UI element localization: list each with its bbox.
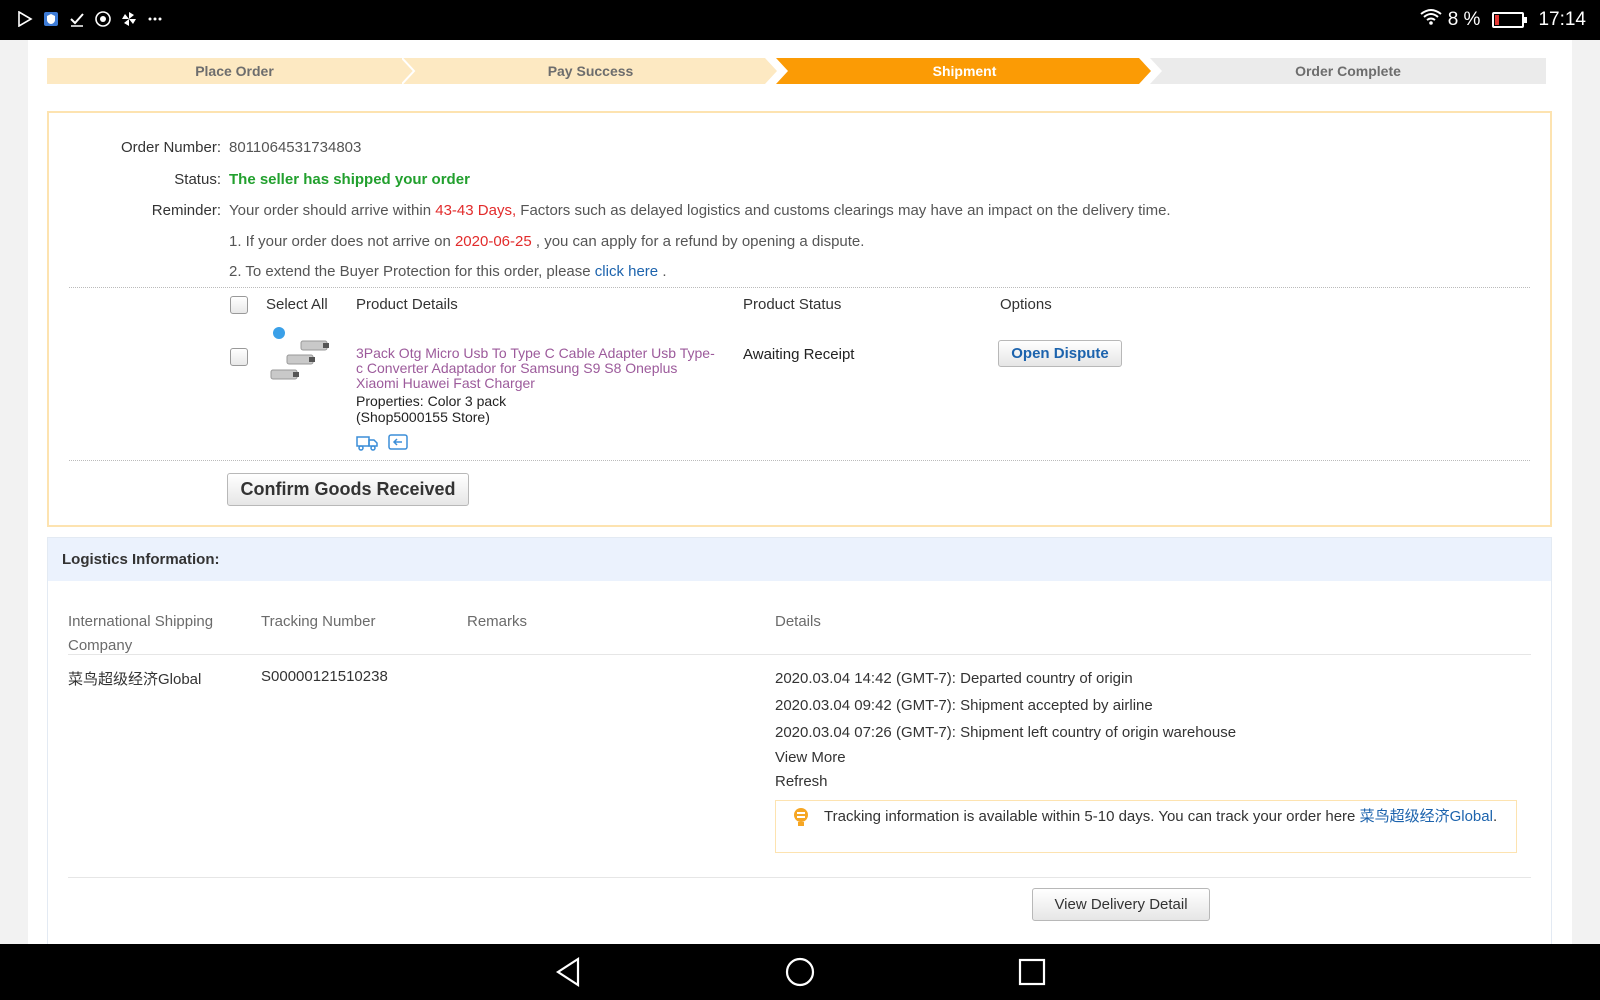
shield-app-icon xyxy=(42,10,60,28)
shipping-company: 菜鸟超级经济Global xyxy=(68,671,202,688)
select-all-checkbox[interactable] xyxy=(230,296,248,314)
check-icon xyxy=(68,10,86,28)
tracking-event: 2020.03.04 09:42 (GMT-7): Shipment accep… xyxy=(775,697,1153,714)
shipping-company-header: International Shipping Company xyxy=(68,613,214,654)
return-icon[interactable] xyxy=(387,433,409,451)
tracking-event: 2020.03.04 07:26 (GMT-7): Shipment left … xyxy=(775,724,1237,741)
status-bar: 8 % 17:14 xyxy=(0,0,1600,40)
tracking-number: S00000121510238 xyxy=(261,668,388,685)
product-checkbox[interactable] xyxy=(230,348,248,366)
refund-date: 2020-06-25 xyxy=(454,233,532,250)
track-order-link[interactable]: 菜鸟超级经济Global xyxy=(1360,808,1493,825)
select-all-label: Select All xyxy=(266,296,328,313)
store-name[interactable]: (Shop5000155 Store) xyxy=(356,409,506,425)
buyer-protection-note: 2. To extend the Buyer Protection for th… xyxy=(229,263,667,280)
divider xyxy=(69,460,1530,461)
status-label: Status: xyxy=(174,171,221,188)
reminder-text: Your order should arrive within 43-43 Da… xyxy=(229,202,1171,219)
extend-protection-link[interactable]: click here xyxy=(595,263,658,280)
view-more-link[interactable]: View More xyxy=(775,749,846,766)
step-shipment: Shipment xyxy=(776,58,1153,84)
battery-icon xyxy=(1492,12,1528,28)
details-header: Details xyxy=(775,613,821,630)
step-pay-success: Pay Success xyxy=(402,58,779,84)
divider xyxy=(68,654,1531,655)
product-color: Properties: Color 3 pack xyxy=(356,393,507,409)
options-header: Options xyxy=(1000,296,1052,313)
pinwheel-icon xyxy=(120,10,138,28)
refresh-link[interactable]: Refresh xyxy=(775,773,828,790)
order-summary-box: Order Number: 8011064531734803 Status: T… xyxy=(47,111,1552,527)
product-status: Awaiting Receipt xyxy=(743,346,855,363)
more-dots-icon xyxy=(146,10,164,28)
recents-nav-icon[interactable] xyxy=(1016,956,1048,988)
product-details-header: Product Details xyxy=(356,296,458,313)
confirm-goods-received-button[interactable]: Confirm Goods Received xyxy=(227,473,469,506)
order-number: 8011064531734803 xyxy=(229,139,362,156)
order-progress-steps: Place Order Pay Success Shipment Order C… xyxy=(47,58,1546,84)
tracking-tip-box: Tracking information is available within… xyxy=(775,800,1517,853)
tracking-event: 2020.03.04 14:42 (GMT-7): Departed count… xyxy=(775,670,1133,687)
step-order-complete: Order Complete xyxy=(1150,58,1546,84)
battery-percent: 8 % xyxy=(1447,9,1481,30)
tracking-tip-text: Tracking information is available within… xyxy=(824,808,1498,825)
logistics-heading: Logistics Information: xyxy=(48,538,1551,581)
product-title-link[interactable]: 3Pack Otg Micro Usb To Type C Cable Adap… xyxy=(356,346,716,391)
product-status-header: Product Status xyxy=(743,296,842,313)
play-store-icon xyxy=(16,10,34,28)
delivery-days: 43-43 Days, xyxy=(435,202,517,219)
navigation-bar xyxy=(0,944,1600,1000)
lightbulb-icon xyxy=(791,807,811,834)
refund-note: 1. If your order does not arrive on 2020… xyxy=(229,233,865,250)
order-detail-content: Place Order Pay Success Shipment Order C… xyxy=(28,40,1572,944)
home-nav-icon[interactable] xyxy=(784,956,816,988)
divider xyxy=(69,287,1530,288)
clock: 17:14 xyxy=(1538,9,1586,30)
tracking-number-header: Tracking Number xyxy=(261,613,376,630)
open-dispute-button[interactable]: Open Dispute xyxy=(998,340,1122,367)
logistics-section: Logistics Information: International Shi… xyxy=(47,537,1552,944)
back-nav-icon[interactable] xyxy=(552,956,584,988)
chrome-icon xyxy=(94,10,112,28)
remarks-header: Remarks xyxy=(467,613,528,630)
truck-icon[interactable] xyxy=(356,433,378,451)
wifi-icon xyxy=(1420,8,1442,32)
order-status: The seller has shipped your order xyxy=(229,171,470,188)
divider xyxy=(68,877,1531,878)
product-thumbnail[interactable] xyxy=(267,325,333,387)
reminder-label: Reminder: xyxy=(151,202,221,219)
view-delivery-detail-button[interactable]: View Delivery Detail xyxy=(1032,888,1210,921)
order-number-label: Order Number: xyxy=(120,139,221,156)
product-properties: Properties: Color 3 pack (Shop5000155 St… xyxy=(356,393,506,425)
step-place-order: Place Order xyxy=(47,58,422,84)
page: Place Order Pay Success Shipment Order C… xyxy=(0,40,1600,944)
